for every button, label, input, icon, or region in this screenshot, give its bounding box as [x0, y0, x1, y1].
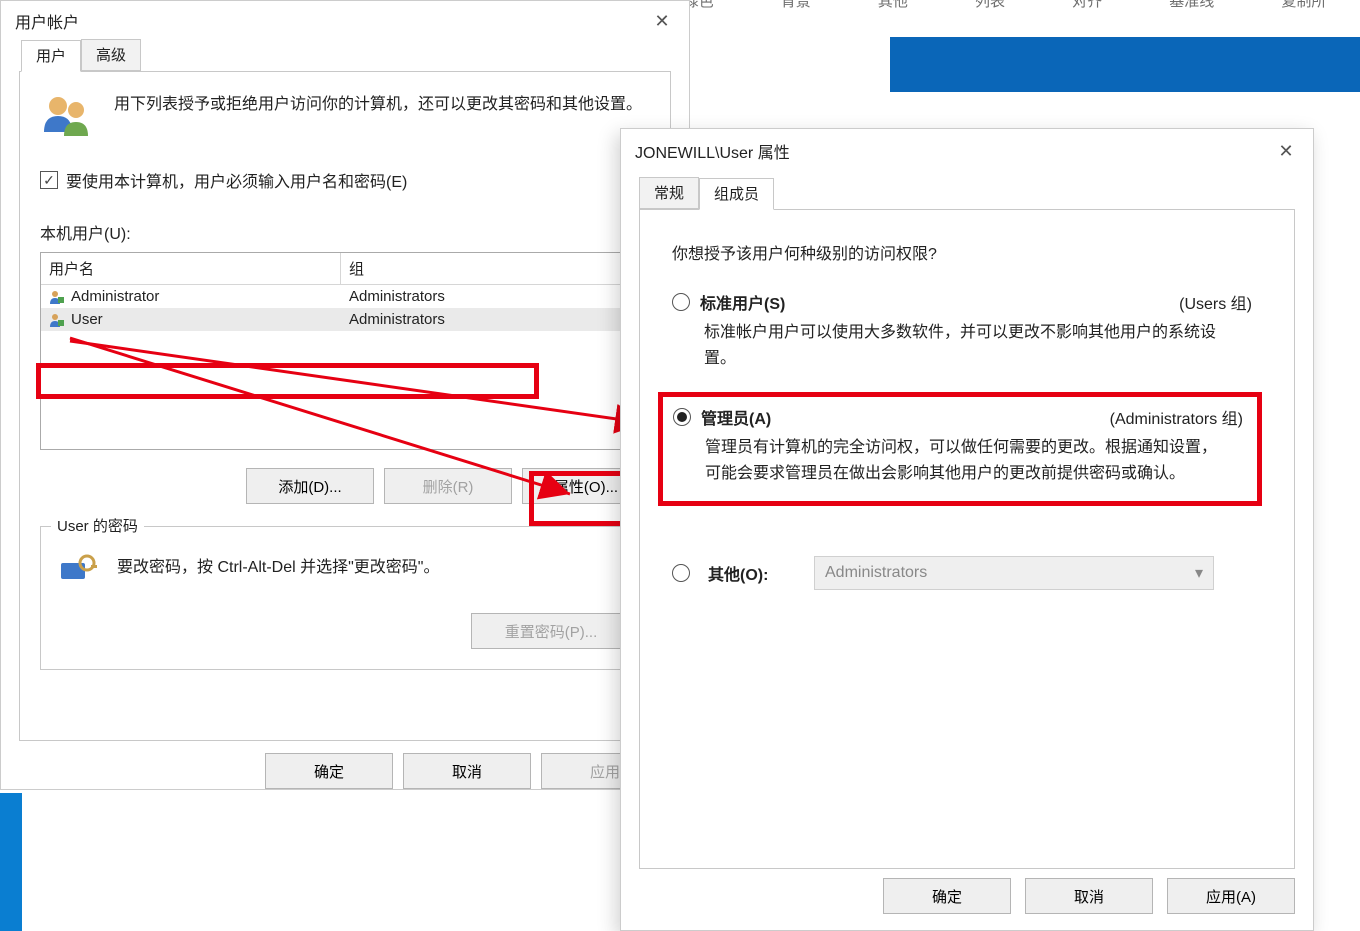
cancel-button[interactable]: 取消: [1025, 878, 1153, 914]
taskbar-hint: [0, 793, 22, 931]
dialog-title: JONEWILL\User 属性: [635, 139, 790, 163]
standard-desc: 标准帐户用户可以使用大多数软件，并可以更改不影响其他用户的系统设置。: [704, 320, 1224, 372]
other-label: 其他(O):: [708, 561, 796, 585]
radio-admin-user[interactable]: 管理员(A) (Administrators 组): [673, 405, 1247, 429]
dialog-title: 用户帐户: [15, 9, 79, 33]
col-group[interactable]: 组: [341, 253, 649, 285]
radio-standard-user[interactable]: 标准用户(S) (Users 组): [672, 290, 1262, 314]
require-login-checkbox[interactable]: ✓: [40, 171, 58, 189]
table-row[interactable]: User Administrators: [41, 308, 649, 331]
admin-desc: 管理员有计算机的完全访问权，可以做任何需要的更改。根据通知设置，可能会要求管理员…: [705, 435, 1225, 487]
cancel-button[interactable]: 取消: [403, 753, 531, 789]
tab-general[interactable]: 常规: [639, 177, 699, 209]
password-hint: 要改密码，按 Ctrl-Alt-Del 并选择"更改密码"。: [117, 553, 439, 577]
radio-icon[interactable]: [672, 293, 690, 311]
intro-text: 用下列表授予或拒绝用户访问你的计算机，还可以更改其密码和其他设置。: [114, 92, 642, 138]
highlight-admin-block: 管理员(A) (Administrators 组) 管理员有计算机的完全访问权，…: [658, 392, 1262, 506]
require-login-checkbox-row[interactable]: ✓ 要使用本计算机，用户必须输入用户名和密码(E): [40, 168, 650, 192]
radio-other[interactable]: [672, 564, 690, 582]
tab-advanced[interactable]: 高级: [81, 39, 141, 71]
radio-icon[interactable]: [673, 408, 691, 426]
apply-button[interactable]: 应用(A): [1167, 878, 1295, 914]
password-legend: User 的密码: [51, 515, 144, 536]
question-text: 你想授予该用户何种级别的访问权限?: [672, 240, 1262, 264]
key-icon: [59, 553, 99, 587]
dialog-title-bar: JONEWILL\User 属性 ✕: [621, 129, 1313, 173]
user-icon: [49, 312, 65, 328]
ribbon-band: [890, 37, 1360, 92]
delete-button: 删除(R): [384, 468, 512, 504]
tab-page-group-member: 你想授予该用户何种级别的访问权限? 标准用户(S) (Users 组) 标准帐户…: [639, 209, 1295, 869]
col-user[interactable]: 用户名: [41, 253, 341, 285]
other-group-select: Administrators ▾: [814, 556, 1214, 590]
require-login-label: 要使用本计算机，用户必须输入用户名和密码(E): [66, 168, 407, 192]
close-icon[interactable]: ✕: [1259, 132, 1313, 170]
tab-group-member[interactable]: 组成员: [699, 178, 774, 210]
ok-button[interactable]: 确定: [883, 878, 1011, 914]
users-table: 用户名 组 Administrator Administrators User: [40, 252, 650, 450]
table-row[interactable]: Administrator Administrators: [41, 285, 649, 308]
dialog-title-bar: 用户帐户 ✕: [1, 1, 689, 41]
user-properties-dialog: JONEWILL\User 属性 ✕ 常规 组成员 你想授予该用户何种级别的访问…: [620, 128, 1314, 931]
users-icon: [40, 92, 94, 138]
ok-button[interactable]: 确定: [265, 753, 393, 789]
close-icon[interactable]: ✕: [635, 2, 689, 40]
reset-password-button: 重置密码(P)...: [471, 613, 631, 649]
user-accounts-dialog: 用户帐户 ✕ 用户 高级 用下列表授予或拒绝用户访问你的计算机，还可以更改其密码…: [0, 0, 690, 790]
chevron-down-icon: ▾: [1195, 563, 1203, 583]
local-users-label: 本机用户(U):: [40, 220, 650, 244]
add-button[interactable]: 添加(D)...: [246, 468, 374, 504]
user-icon: [49, 289, 65, 305]
tab-users[interactable]: 用户: [21, 40, 81, 72]
password-groupbox: User 的密码 要改密码，按 Ctrl-Alt-Del 并选择"更改密码"。 …: [40, 526, 650, 670]
tab-page-users: 用下列表授予或拒绝用户访问你的计算机，还可以更改其密码和其他设置。 ✓ 要使用本…: [19, 71, 671, 741]
